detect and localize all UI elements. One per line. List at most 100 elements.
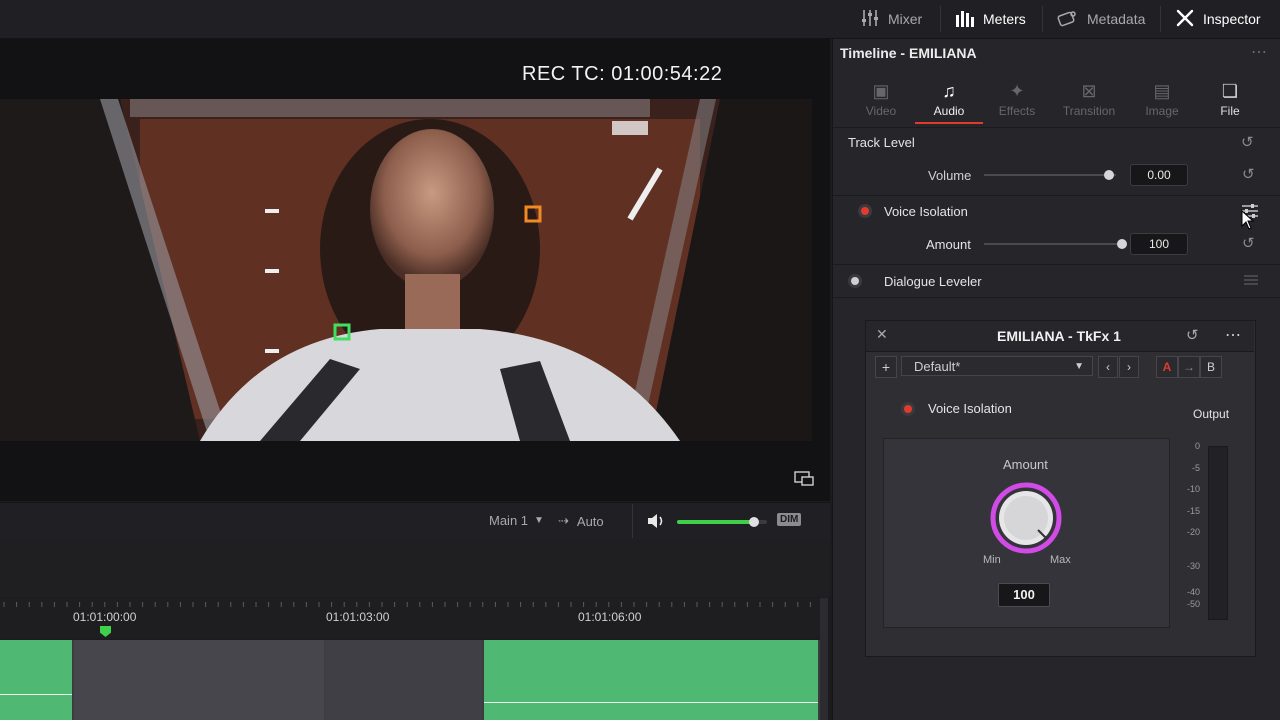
- amount-label: Amount: [926, 237, 971, 252]
- film-icon: ▣: [872, 81, 890, 101]
- speaker-icon[interactable]: [646, 512, 666, 535]
- chevron-down-icon: ▼: [1074, 361, 1084, 372]
- knob-value-field[interactable]: 100: [998, 583, 1050, 607]
- preset-value: Default*: [914, 359, 961, 374]
- tab-audio[interactable]: ♫ Audio: [914, 80, 984, 118]
- toolbar-divider: [1160, 6, 1161, 32]
- toolbar-divider: [1042, 6, 1043, 32]
- amount-value-field[interactable]: 100: [1130, 233, 1188, 255]
- amount-slider[interactable]: [984, 243, 1124, 245]
- compare-a-button[interactable]: A: [1156, 356, 1178, 378]
- volume-slider-thumb[interactable]: [1104, 170, 1114, 180]
- section-divider: [833, 264, 1280, 265]
- dialogue-leveler-label: Dialogue Leveler: [884, 274, 982, 289]
- output-label: Main 1: [489, 513, 529, 528]
- compare-b-button[interactable]: B: [1200, 356, 1222, 378]
- volume-fill: [677, 520, 754, 524]
- reset-icon[interactable]: ↺: [1242, 234, 1255, 252]
- meters-button[interactable]: Meters: [955, 0, 1026, 38]
- voice-isolation-toggle[interactable]: [861, 207, 869, 215]
- metadata-label: Metadata: [1087, 11, 1146, 27]
- ruler-tick-label: 01:01:03:00: [326, 610, 390, 624]
- empty-clip-region[interactable]: [325, 640, 482, 720]
- volume-thumb[interactable]: [748, 517, 759, 527]
- amount-slider-thumb[interactable]: [1117, 239, 1127, 249]
- meter-scale-label: -50: [1186, 599, 1200, 609]
- rec-timecode: REC TC: 01:00:54:22: [522, 63, 723, 85]
- reset-icon[interactable]: ↺: [1186, 326, 1199, 344]
- next-preset-button[interactable]: ›: [1119, 356, 1139, 378]
- plugin-effect-label: Voice Isolation: [928, 401, 1012, 416]
- metadata-icon: [1057, 9, 1079, 30]
- tab-label: File: [1220, 104, 1240, 118]
- close-icon[interactable]: ✕: [876, 326, 888, 343]
- route-select[interactable]: ⇢ Auto: [558, 513, 604, 529]
- volume-value-field[interactable]: 0.00: [1130, 164, 1188, 186]
- dim-button[interactable]: DIM: [777, 513, 802, 526]
- volume-slider[interactable]: [984, 174, 1116, 176]
- reset-icon[interactable]: ↺: [1242, 165, 1255, 183]
- tab-video[interactable]: ▣ Video: [846, 80, 916, 118]
- preset-dropdown[interactable]: Default* ▼: [901, 356, 1093, 376]
- add-preset-button[interactable]: +: [875, 356, 897, 378]
- tab-image[interactable]: ▤ Image: [1127, 80, 1197, 118]
- clip-volume-line: [484, 702, 818, 703]
- tab-label: Audio: [933, 104, 965, 118]
- top-toolbar: Mixer Meters Metadata Inspector: [0, 0, 1280, 39]
- audio-clip[interactable]: [484, 640, 818, 720]
- chevron-down-icon: ▼: [534, 515, 544, 526]
- tab-label: Video: [865, 104, 897, 118]
- transition-icon: ⊠: [1081, 81, 1097, 101]
- section-divider: [833, 195, 1280, 196]
- voice-isolation-label: Voice Isolation: [884, 204, 968, 219]
- inspector-options-icon[interactable]: ⋯: [1251, 42, 1268, 62]
- dialogue-leveler-toggle[interactable]: [851, 277, 859, 285]
- meters-icon: [955, 9, 975, 30]
- image-icon: ▤: [1153, 81, 1171, 101]
- knob-max-label: Max: [1050, 554, 1071, 566]
- tab-effects[interactable]: ✦ Effects: [982, 80, 1052, 118]
- mixer-button[interactable]: Mixer: [860, 0, 922, 38]
- amount-knob[interactable]: [990, 482, 1062, 559]
- timeline-scrollbar[interactable]: [820, 598, 828, 720]
- meter-scale-label: 0: [1194, 441, 1200, 451]
- effect-settings-icon[interactable]: [1243, 273, 1259, 292]
- mixer-icon: [860, 9, 880, 30]
- meter-scale-label: -15: [1186, 506, 1200, 516]
- inspector-button[interactable]: Inspector: [1175, 0, 1261, 38]
- reset-icon[interactable]: ↺: [1241, 133, 1254, 151]
- controls-divider: [632, 504, 633, 538]
- tab-label: Image: [1145, 104, 1179, 118]
- knob-label: Amount: [1003, 457, 1048, 472]
- timeline-toolbar: [0, 541, 830, 597]
- meter-scale-label: -40: [1186, 587, 1200, 597]
- ruler-tick-label: 01:01:06:00: [578, 610, 642, 624]
- inspector-label: Inspector: [1203, 11, 1261, 27]
- section-divider: [833, 127, 1280, 128]
- mouse-cursor-icon: [1241, 209, 1255, 235]
- volume-label: Volume: [928, 168, 972, 183]
- copy-a-to-b-icon[interactable]: →: [1178, 356, 1200, 378]
- empty-clip-region[interactable]: [74, 640, 324, 720]
- plugin-bypass-toggle[interactable]: [904, 405, 912, 413]
- tab-file[interactable]: ❏ File: [1195, 80, 1265, 118]
- more-options-icon[interactable]: ⋯: [1225, 325, 1242, 345]
- meter-scale-label: -20: [1186, 527, 1200, 537]
- music-note-icon: ♫: [942, 81, 956, 101]
- mixer-label: Mixer: [888, 11, 923, 27]
- section-divider: [833, 297, 1280, 298]
- meters-label: Meters: [983, 11, 1026, 27]
- viewer-mode-icon[interactable]: [794, 471, 814, 492]
- plugin-title: EMILIANA - TkFx 1: [997, 328, 1121, 344]
- output-select[interactable]: Main 1 ▼: [489, 513, 544, 528]
- inspector-title: Timeline - EMILIANA: [840, 45, 977, 61]
- meter-scale-label: -30: [1186, 561, 1200, 571]
- tab-transition[interactable]: ⊠ Transition: [1054, 80, 1124, 118]
- audio-clip[interactable]: [0, 640, 72, 720]
- route-label: Auto: [576, 513, 604, 529]
- metadata-button[interactable]: Metadata: [1057, 0, 1145, 38]
- route-arrow-icon: ⇢: [558, 513, 569, 528]
- meter-scale-label: -10: [1186, 484, 1200, 494]
- previous-preset-button[interactable]: ‹: [1098, 356, 1118, 378]
- tab-label: Effects: [998, 104, 1036, 118]
